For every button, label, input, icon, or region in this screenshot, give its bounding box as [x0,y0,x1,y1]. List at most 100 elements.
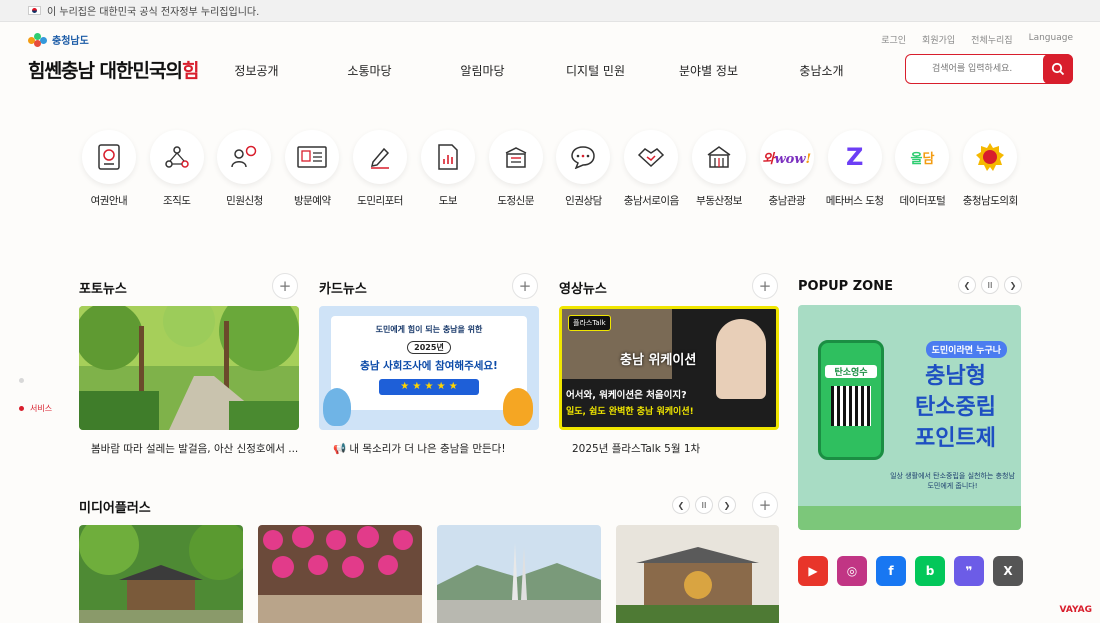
photo-news-caption[interactable]: 봄바람 따라 설레는 발걸음, 아산 신정호에서 ... [91,441,306,456]
media-prev-button[interactable]: ❮ [672,496,690,514]
quick-data-portal[interactable]: 올담 데이터포털 [889,130,957,208]
card-news-year: 2025년 [407,341,451,354]
gov-notice-bar: 이 누리집은 대한민국 공식 전자정부 누리집입니다. [0,0,1100,22]
popup-pause-button[interactable]: II [981,276,999,294]
slogan-accent: 힘 [181,60,200,82]
quick-metaverse[interactable]: Z 메타버스 도청 [821,130,889,208]
all-sites-link[interactable]: 전체누리집 [971,33,1012,46]
quick-tourism[interactable]: 와wow! 충남관광 [753,130,821,208]
nav-info-disclosure[interactable]: 정보공개 [200,62,313,79]
card-news-image[interactable]: 도민에게 힘이 되는 충남을 위한 2025년 충남 사회조사에 참여해주세요!… [319,306,539,430]
blog-icon[interactable]: b [915,556,945,586]
korean-flag-icon [28,6,41,15]
lantern-photo [258,525,422,623]
card-news-more-button[interactable]: + [512,273,538,299]
quick-passport[interactable]: 여권안내 [75,130,143,208]
quick-newspaper[interactable]: 도정신문 [482,130,550,208]
photo-news-title: 포토뉴스 [79,282,127,297]
video-news-caption[interactable]: 2025년 플라스Talk 5월 1차 [572,441,787,456]
phone-graphic: 탄소영수 [818,340,884,460]
popup-next-button[interactable]: ❯ [1004,276,1022,294]
signup-link[interactable]: 회원가입 [922,33,955,46]
pause-icon: II [987,280,993,290]
card-news-caption[interactable]: 📢 내 목소리가 더 나은 충남을 만든다! [333,441,548,456]
youtube-icon[interactable]: ▶ [798,556,828,586]
mascot-left-icon [323,388,351,426]
popup-line1: 충남형 [925,364,986,389]
quick-gazette[interactable]: 도보 [414,130,482,208]
search-button[interactable] [1043,54,1073,84]
popup-prev-button[interactable]: ❮ [958,276,976,294]
video-line3: 일도, 쉼도 완벽한 충남 워케이션! [566,407,694,417]
photo-news-image[interactable] [79,306,299,430]
media-thumb-temple[interactable] [79,525,243,623]
wow-tourism-icon: 와wow! [759,130,814,184]
side-nav-service[interactable]: 서비스 [17,403,52,414]
video-line1: 충남 위케이션 [620,353,697,368]
search-box [905,54,1073,84]
quick-civil-request[interactable]: 민원신청 [211,130,279,208]
pause-icon: II [701,500,707,510]
council-emblem-icon [963,130,1018,184]
search-input[interactable] [906,55,1041,83]
quick-human-rights[interactable]: 인권상담 [550,130,618,208]
video-tag: 플라스Talk [568,315,611,331]
quick-label: 인권상담 [565,195,602,207]
instagram-icon[interactable]: ◎ [837,556,867,586]
plus-icon: + [518,277,532,295]
presenter-figure [716,319,766,399]
video-news-more-button[interactable]: + [752,273,778,299]
popup-banner[interactable]: 탄소영수 도민이라면 누구나 충남형 탄소중립 포인트제 일상 생활에서 탄소중… [798,305,1021,530]
video-news-image[interactable]: 플라스Talk 충남 위케이션 어서와, 워케이션은 처음이지? 일도, 쉼도 … [559,306,779,430]
media-plus-more-button[interactable]: + [752,492,778,518]
popup-line2: 탄소중립 [915,395,996,420]
quick-label: 충청남도의회 [962,195,1018,207]
search-icon [1051,62,1065,76]
media-thumb-monument[interactable] [437,525,601,623]
park-photo [79,306,299,430]
login-link[interactable]: 로그인 [881,33,906,46]
popup-subtext: 일상 생활에서 탄소중립을 실천하는 충청남도민에게 줍니다! [890,472,1015,490]
side-nav-dot[interactable] [19,378,24,383]
nav-communication[interactable]: 소통마당 [313,62,426,79]
chevron-left-icon: ❮ [677,500,685,510]
chat-bubble-icon [556,130,611,184]
nav-digital-civil[interactable]: 디지털 민원 [539,62,652,79]
nav-notice[interactable]: 알림마당 [426,62,539,79]
media-thumb-lanterns[interactable] [258,525,422,623]
video-news-title: 영상뉴스 [559,282,607,297]
visit-reservation-icon [285,130,340,184]
site-logo[interactable]: 충청남도 [28,32,89,47]
facebook-icon[interactable]: f [876,556,906,586]
nav-field-info[interactable]: 분야별 정보 [652,62,765,79]
quick-label: 도민리포터 [357,195,403,207]
side-nav: 서비스 [17,378,52,414]
gov-notice-text: 이 누리집은 대한민국 공식 전자정부 누리집입니다. [47,7,260,18]
plus-icon: + [758,277,772,295]
card-news-title: 카드뉴스 [319,282,367,297]
nav-about[interactable]: 충남소개 [765,62,878,79]
quick-real-estate[interactable]: 부동산정보 [685,130,753,208]
plus-icon: + [278,277,292,295]
quick-menu: 여권안내 조직도 민원신청 방문예약 도민리포터 도보 도정신문 인권상담 충남… [75,130,1024,208]
quick-label: 부동산정보 [696,195,742,207]
media-next-button[interactable]: ❯ [718,496,736,514]
photo-news-more-button[interactable]: + [272,273,298,299]
quick-seoro-ieum[interactable]: 충남서로이음 [617,130,685,208]
media-pause-button[interactable]: II [695,496,713,514]
qr-code-icon [831,386,871,426]
language-link[interactable]: Language [1029,33,1073,46]
x-icon[interactable]: X [993,556,1023,586]
popup-headline: 충남형 탄소중립 포인트제 [898,361,1013,454]
gazette-icon [420,130,475,184]
kakao-story-icon[interactable]: ❞ [954,556,984,586]
media-thumb-shrine[interactable] [616,525,779,623]
quick-reporter[interactable]: 도민리포터 [346,130,414,208]
quick-org-chart[interactable]: 조직도 [143,130,211,208]
quick-visit-reservation[interactable]: 방문예약 [278,130,346,208]
monument-photo [437,525,601,623]
star-rating-icon: ★ ★ ★ ★ ★ [379,379,479,395]
side-nav-label: 서비스 [30,404,53,413]
quick-council[interactable]: 충청남도의회 [956,130,1024,208]
quick-label: 여권안내 [90,195,128,207]
